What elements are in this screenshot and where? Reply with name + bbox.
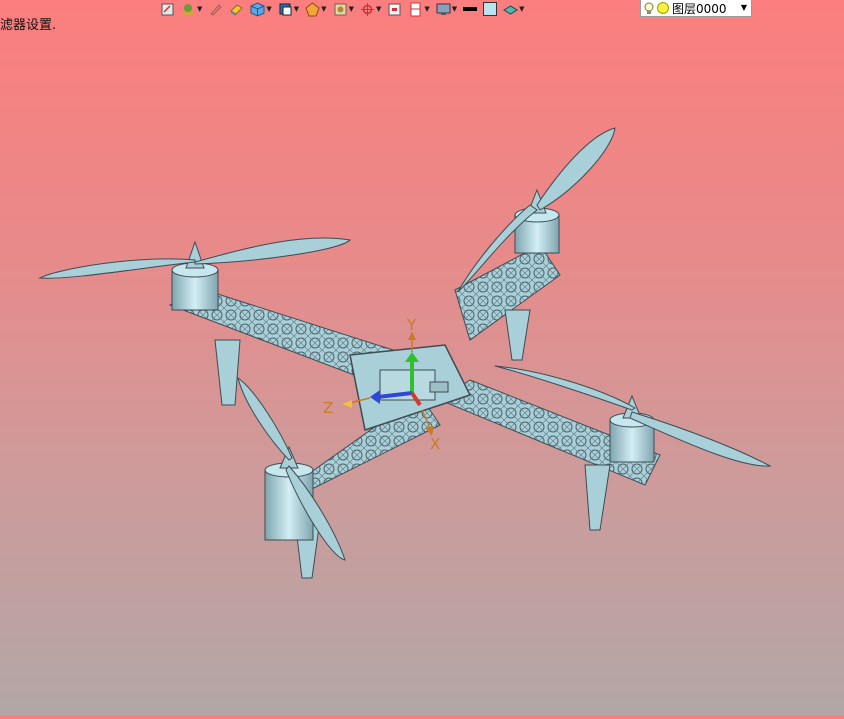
datum-button[interactable] — [387, 0, 402, 18]
cube-button[interactable]: ▼ — [250, 0, 272, 18]
status-message: 滤器设置. — [0, 18, 57, 33]
fill-color-swatch[interactable] — [483, 0, 498, 18]
line-color-icon — [463, 7, 478, 11]
frame-icon — [410, 2, 421, 16]
chevron-down-icon[interactable]: ▼ — [452, 0, 457, 18]
propellers — [38, 127, 772, 561]
chevron-down-icon[interactable]: ▼ — [424, 0, 429, 18]
datum-icon — [388, 3, 401, 15]
chevron-down-icon[interactable]: ▼ — [376, 0, 381, 18]
fill-color-icon — [483, 2, 498, 16]
axis-label-z: Z — [323, 399, 333, 417]
frame-button[interactable]: ▼ — [408, 0, 430, 18]
layer-color-icon — [657, 2, 669, 14]
sketch-icon — [161, 3, 174, 15]
axis-label-x: X — [430, 435, 440, 453]
snap-icon — [360, 2, 374, 16]
layer-style-button[interactable]: ▼ — [503, 0, 525, 18]
lightbulb-icon — [644, 2, 654, 14]
chevron-down-icon[interactable]: ▼ — [349, 0, 354, 18]
chevron-down-icon[interactable]: ▼ — [197, 0, 202, 18]
eraser-button[interactable] — [229, 0, 244, 18]
chevron-down-icon[interactable]: ▼ — [321, 0, 326, 18]
view-cube-button[interactable]: ▼ — [278, 0, 299, 18]
view-cube-icon — [279, 3, 292, 15]
pencil-button[interactable] — [208, 0, 223, 18]
sketch-button[interactable] — [160, 0, 175, 18]
tag-icon — [184, 3, 193, 15]
chevron-down-icon[interactable]: ▼ — [519, 0, 524, 18]
render-mode-icon — [305, 1, 320, 16]
chevron-down-icon[interactable]: ▼ — [741, 0, 747, 16]
render-mode-button[interactable]: ▼ — [305, 0, 327, 18]
section-button[interactable]: ▼ — [333, 0, 354, 18]
chevron-down-icon[interactable]: ▼ — [294, 0, 299, 18]
eraser-icon — [230, 3, 244, 16]
3d-viewport[interactable]: Y Z X — [0, 0, 844, 715]
display-icon — [436, 3, 451, 15]
display-button[interactable]: ▼ — [436, 0, 457, 18]
layer-select[interactable]: 图层0000 ▼ — [640, 0, 752, 17]
section-icon — [334, 3, 347, 15]
pencil-icon — [210, 4, 222, 15]
line-color-swatch[interactable] — [463, 0, 478, 18]
chevron-down-icon[interactable]: ▼ — [266, 0, 271, 18]
drone-model[interactable]: Y Z X — [0, 0, 844, 715]
axis-label-y: Y — [406, 316, 417, 334]
layers-icon — [503, 4, 519, 15]
layer-name: 图层0000 — [672, 1, 727, 16]
cube-icon — [250, 1, 265, 17]
tag-button[interactable]: ▼ — [181, 0, 202, 18]
snap-button[interactable]: ▼ — [360, 0, 381, 18]
